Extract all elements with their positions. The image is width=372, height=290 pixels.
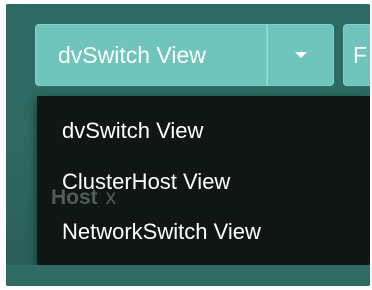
menu-item-networkswitch-view[interactable]: NetworkSwitch View <box>62 219 261 245</box>
view-dropdown-menu: dvSwitch View ClusterHost View NetworkSw… <box>37 96 370 265</box>
view-select-button[interactable]: dvSwitch View <box>35 24 267 86</box>
bottom-panel-strip <box>6 265 370 286</box>
clipped-toolbar-button[interactable]: F <box>343 24 370 86</box>
menu-item-clusterhost-view[interactable]: ClusterHost View <box>62 169 230 195</box>
view-split-button: dvSwitch View <box>35 24 334 86</box>
toolbar: dvSwitch View F <box>6 4 370 99</box>
view-dropdown-toggle[interactable] <box>267 24 334 86</box>
app-frame: dvSwitch View F Host x dvSwitch View Clus… <box>6 4 370 286</box>
menu-item-dvswitch-view[interactable]: dvSwitch View <box>62 118 203 144</box>
chevron-down-icon <box>294 52 307 58</box>
